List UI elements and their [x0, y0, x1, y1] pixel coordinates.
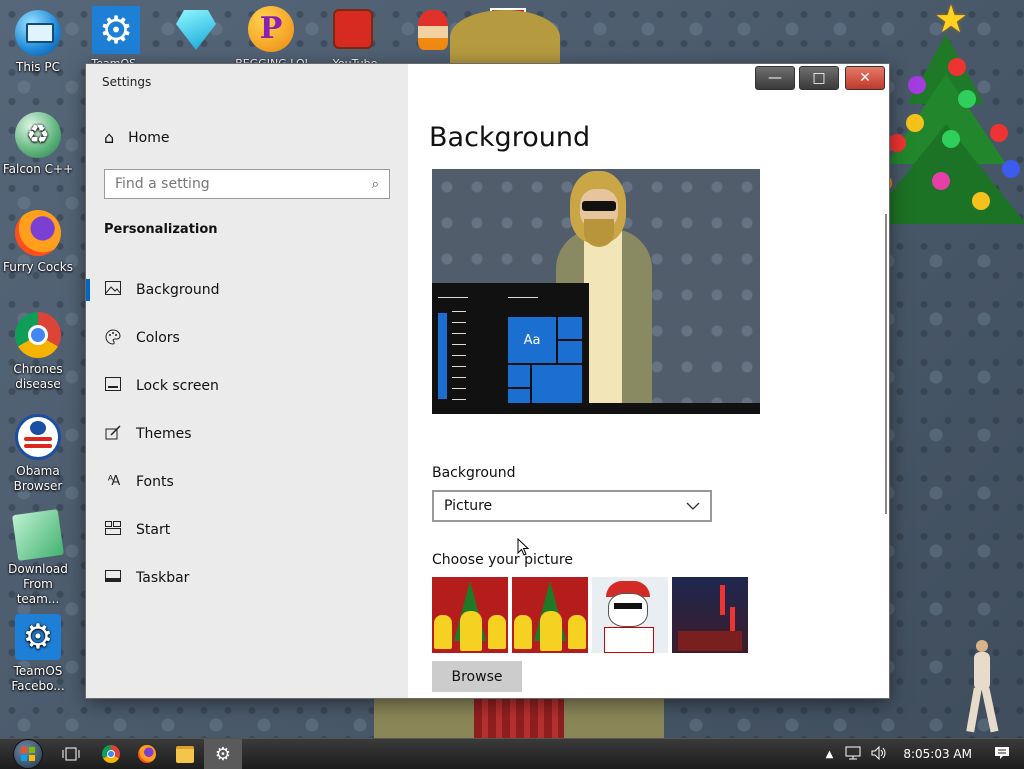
recycle-icon: ♻ [15, 112, 61, 158]
nav-item-label: Start [136, 522, 171, 538]
nav-item-colors[interactable]: Colors [86, 314, 408, 362]
clock[interactable]: 8:05:03 AM [893, 747, 986, 761]
notepad-icon [12, 509, 64, 561]
nav-item-themes[interactable]: Themes [86, 410, 408, 458]
chrome-icon [102, 745, 120, 763]
firefox-icon [138, 745, 156, 763]
nav-item-label: Lock screen [136, 378, 219, 394]
settings-sidebar: Settings ⌂ Home Find a setting ⌕ Persona… [86, 64, 408, 698]
search-placeholder: Find a setting [115, 176, 210, 192]
p-logo-icon: P [248, 6, 294, 52]
nav-item-label: Background [136, 282, 220, 298]
wallpaper-figure-top [450, 10, 560, 64]
desktop-icon-falcon[interactable]: ♻ Falcon C++ [0, 112, 76, 177]
desktop-top-icon-gem[interactable] [172, 6, 224, 56]
picture-thumbnail[interactable] [672, 577, 748, 653]
task-view-icon [62, 747, 80, 761]
desktop-icon-this-pc[interactable]: This PC [0, 10, 76, 75]
nav-item-lock-screen[interactable]: Lock screen [86, 362, 408, 410]
gear-icon: ⚙ [92, 6, 140, 54]
picture-thumbnail[interactable] [592, 577, 668, 653]
monitor-icon [15, 10, 61, 56]
taskbar-chrome[interactable] [92, 739, 130, 769]
fonts-icon: ᴬA [107, 474, 121, 489]
lock-screen-icon [104, 377, 122, 395]
nav-home[interactable]: ⌂ Home [104, 128, 170, 147]
desktop-top-icon-bird[interactable] [330, 6, 382, 56]
nav-item-fonts[interactable]: ᴬA Fonts [86, 458, 408, 506]
page-title: Background [429, 122, 591, 153]
settings-icon: ⚙ [214, 743, 232, 765]
palette-icon [104, 329, 122, 347]
gem-icon [176, 10, 216, 50]
wallpaper-figure [374, 698, 664, 738]
background-label: Background [432, 465, 516, 481]
search-icon: ⌕ [371, 176, 379, 192]
preview-taskbar [432, 403, 760, 414]
search-input[interactable]: Find a setting ⌕ [104, 169, 390, 199]
taskbar-firefox[interactable] [128, 739, 166, 769]
background-select[interactable]: Picture [432, 490, 712, 522]
desktop-icon-download[interactable]: Download From team... [0, 509, 76, 607]
nav-home-label: Home [128, 129, 170, 146]
settings-window: Settings ⌂ Home Find a setting ⌕ Persona… [86, 64, 889, 698]
star-icon: ★ [934, 0, 969, 41]
nav-item-label: Themes [136, 426, 192, 442]
desktop-icon-firefox[interactable]: Furry Cocks [0, 210, 76, 275]
firefox-icon [15, 210, 61, 256]
santa-icon [418, 10, 448, 50]
system-tray: ▲ 8:05:03 AM [818, 739, 1024, 769]
taskbar-settings[interactable]: ⚙ [204, 739, 242, 769]
angry-bird-icon [333, 9, 373, 49]
nav-item-taskbar[interactable]: Taskbar [86, 554, 408, 602]
nav-item-label: Fonts [136, 474, 174, 490]
gear-icon: ⚙ [15, 614, 61, 660]
taskbar: ⚙ ▲ 8:05:03 AM [0, 738, 1024, 769]
background-preview: Aa [432, 169, 760, 414]
start-icon [104, 521, 122, 539]
desktop-icon-obama[interactable]: Obama Browser [0, 414, 76, 494]
start-orb-icon [13, 739, 43, 769]
desktop-icon-chrome[interactable]: Chrones disease [0, 312, 76, 392]
desktop-icon-teamos[interactable]: ⚙ TeamOS Facebo... [0, 614, 76, 694]
start-button[interactable] [6, 739, 50, 769]
content-scrollbar[interactable] [885, 214, 887, 514]
browse-button[interactable]: Browse [432, 661, 522, 692]
picture-thumbnail[interactable] [512, 577, 588, 653]
dancer-decoration [958, 636, 1008, 736]
section-title: Personalization [104, 222, 218, 237]
picture-thumbnail[interactable] [432, 577, 508, 653]
chevron-down-icon [686, 498, 700, 514]
window-title: Settings [102, 75, 152, 89]
preview-start-menu: Aa [432, 283, 589, 414]
nav-list: Background Colors Lock screen Themes ᴬA … [86, 266, 408, 602]
chrome-icon [15, 312, 61, 358]
nav-item-start[interactable]: Start [86, 506, 408, 554]
action-center-icon[interactable] [986, 746, 1024, 763]
volume-icon[interactable] [865, 745, 893, 763]
chevron-up-icon[interactable]: ▲ [818, 749, 842, 760]
taskbar-icon [104, 569, 122, 587]
folder-icon [176, 745, 194, 763]
obama-logo-icon [15, 414, 61, 460]
home-icon: ⌂ [104, 128, 115, 147]
brush-icon [104, 425, 122, 443]
nav-item-label: Taskbar [136, 570, 190, 586]
settings-content: Background Aa Background Picture Choose … [408, 64, 889, 698]
background-select-value: Picture [444, 498, 493, 514]
picture-icon [104, 281, 122, 299]
taskbar-file-explorer[interactable] [166, 739, 204, 769]
network-icon[interactable] [841, 746, 865, 763]
desktop-top-icon-teamos[interactable]: ⚙ [92, 6, 144, 56]
mouse-cursor [517, 537, 530, 560]
desktop-top-icon-p[interactable]: P [248, 6, 300, 56]
nav-item-label: Colors [136, 330, 180, 346]
nav-item-background[interactable]: Background [86, 266, 408, 314]
preview-tile: Aa [508, 317, 556, 363]
choose-picture-label: Choose your picture [432, 552, 573, 568]
task-view-button[interactable] [52, 739, 90, 769]
